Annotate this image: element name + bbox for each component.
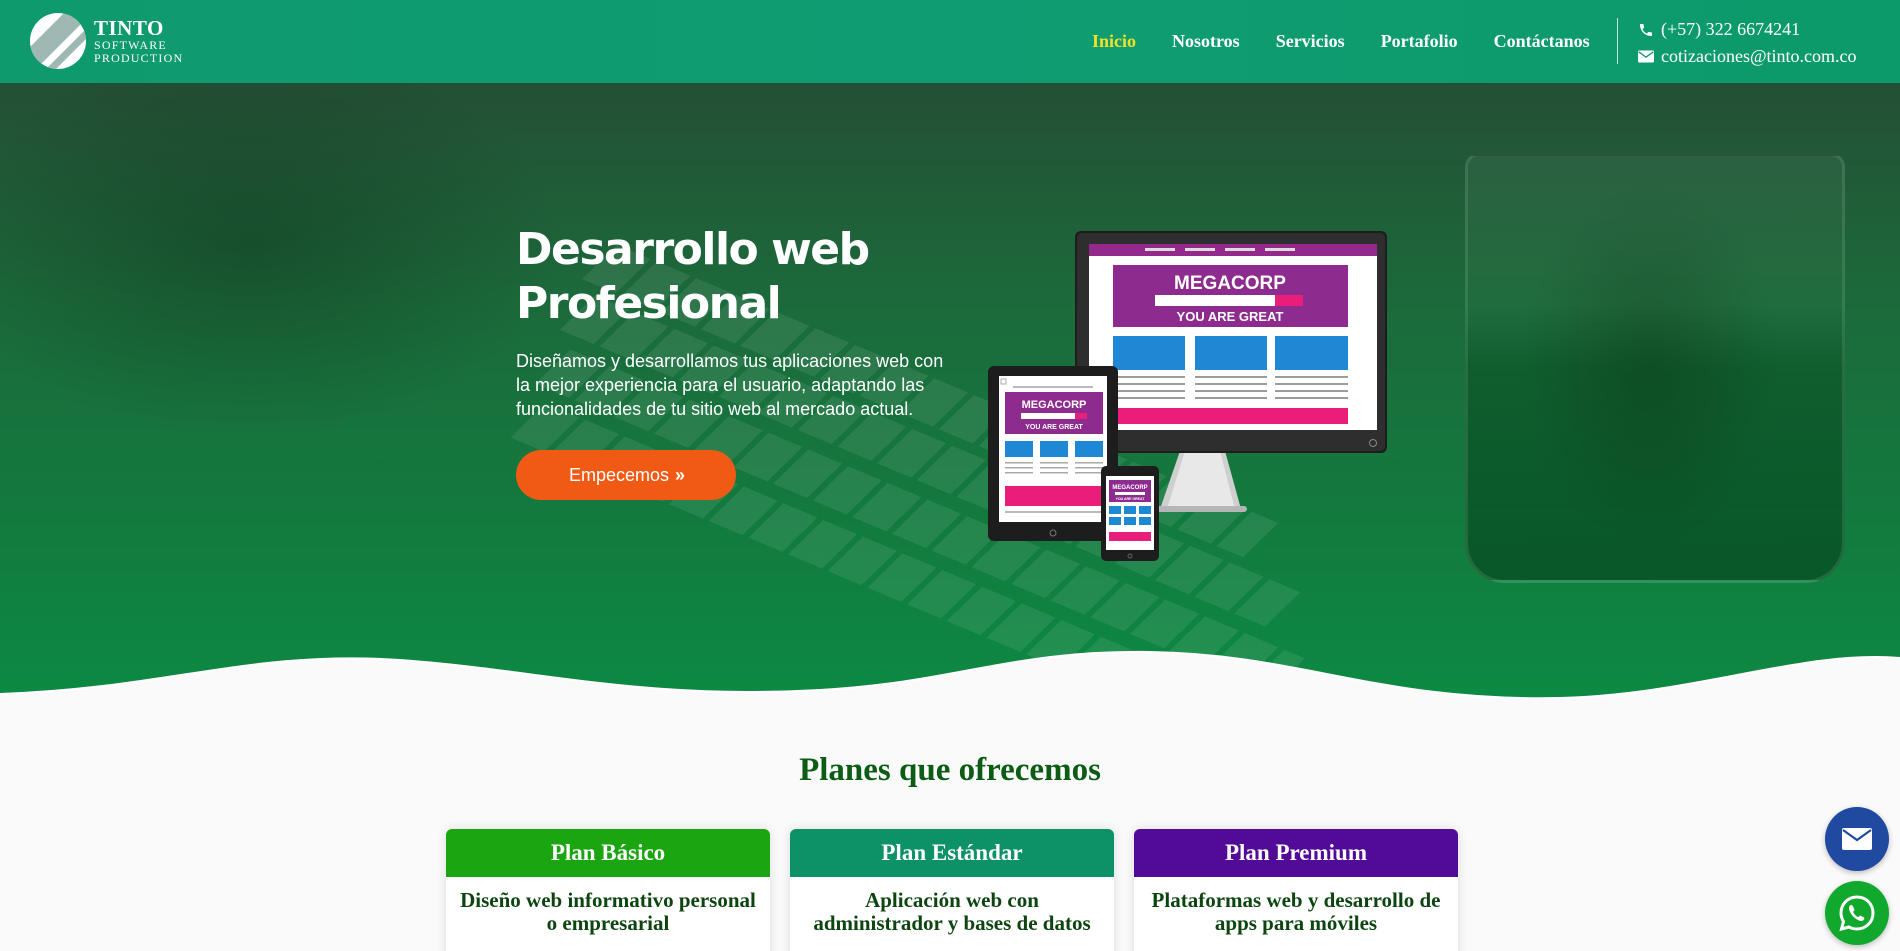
whatsapp-icon xyxy=(1839,895,1875,932)
logo[interactable]: TINTO SOFTWARE PRODUCTION xyxy=(30,13,183,69)
cta-label: Empecemos xyxy=(568,464,670,485)
nav-divider xyxy=(1617,18,1618,64)
nav-portafolio[interactable]: Portafolio xyxy=(1381,31,1458,52)
double-chevron-right-icon: ›› xyxy=(675,464,685,485)
plan-card-premium[interactable]: Plan Premium Plataformas web y desarroll… xyxy=(1134,829,1458,951)
phone-number: (+57) 322 6674241 xyxy=(1661,19,1801,39)
plan-header-basico: Plan Básico xyxy=(446,829,770,877)
plan-description-basico: Diseño web informativo personal o empres… xyxy=(460,888,756,935)
nav-inicio[interactable]: Inicio xyxy=(1092,31,1136,52)
logo-name: TINTO xyxy=(94,16,164,40)
hero-section: Desarrollo web Profesional Diseñamos y d… xyxy=(0,83,1900,703)
empecemos-button[interactable]: Empecemos ›› xyxy=(516,450,736,500)
hero-title: Desarrollo web Profesional xyxy=(516,223,976,331)
logo-sub-2: PRODUCTION xyxy=(94,51,184,65)
envelope-icon xyxy=(1638,50,1654,63)
phone-mockup: MEGACORP YOU ARE GREAT xyxy=(1101,466,1159,561)
nav-servicios[interactable]: Servicios xyxy=(1276,31,1345,52)
main-nav: Inicio Nosotros Servicios Portafolio Con… xyxy=(1092,0,1626,83)
floating-mail-button[interactable] xyxy=(1825,807,1889,871)
plan-header-estandar: Plan Estándar xyxy=(790,829,1114,877)
plan-description-premium: Plataformas web y desarrollo de apps par… xyxy=(1151,888,1441,935)
plans-title: Planes que ofrecemos xyxy=(799,752,1101,788)
plan-card-basico[interactable]: Plan Básico Diseño web informativo perso… xyxy=(446,829,770,951)
wave-divider xyxy=(0,650,1900,760)
hero-title-line-2: Profesional xyxy=(516,278,782,329)
phone-mockup-tagline: YOU ARE GREAT xyxy=(1116,497,1146,501)
logo-icon xyxy=(30,13,86,69)
email-row[interactable]: cotizaciones@tinto.com.co xyxy=(1638,43,1857,70)
tablet-mockup-tagline: YOU ARE GREAT xyxy=(1025,424,1083,431)
phone-mockup-brand: MEGACORP xyxy=(1112,485,1147,491)
contact-info: (+57) 322 6674241 cotizaciones@tinto.com… xyxy=(1638,16,1857,70)
mockup-brand: MEGACORP xyxy=(1174,273,1286,294)
navbar: TINTO SOFTWARE PRODUCTION Inicio Nosotro… xyxy=(0,0,1900,83)
phone-row[interactable]: (+57) 322 6674241 xyxy=(1638,16,1857,43)
tablet-mockup: MEGACORP YOU ARE GREAT xyxy=(988,366,1118,541)
responsive-devices-illustration: MEGACORP YOU ARE GREAT MEGACORP YOU ARE … xyxy=(988,231,1387,561)
nav-contactanos[interactable]: Contáctanos xyxy=(1494,31,1590,52)
mail-icon xyxy=(1842,828,1872,850)
email-address: cotizaciones@tinto.com.co xyxy=(1661,46,1857,66)
plan-header-premium: Plan Premium xyxy=(1134,829,1458,877)
plan-card-estandar[interactable]: Plan Estándar Aplicación web con adminis… xyxy=(790,829,1114,951)
background-glass xyxy=(1465,153,1845,583)
hero-title-line-1: Desarrollo web xyxy=(516,224,870,275)
tablet-mockup-brand: MEGACORP xyxy=(1022,399,1087,411)
logo-text: TINTO SOFTWARE PRODUCTION xyxy=(94,17,183,65)
phone-icon xyxy=(1640,23,1652,36)
floating-whatsapp-button[interactable] xyxy=(1825,881,1889,945)
mockup-tagline: YOU ARE GREAT xyxy=(1177,309,1284,324)
nav-nosotros[interactable]: Nosotros xyxy=(1172,31,1240,52)
hero-description: Diseñamos y desarrollamos tus aplicacion… xyxy=(516,351,944,419)
plan-description-estandar: Aplicación web con administrador y bases… xyxy=(813,888,1091,935)
